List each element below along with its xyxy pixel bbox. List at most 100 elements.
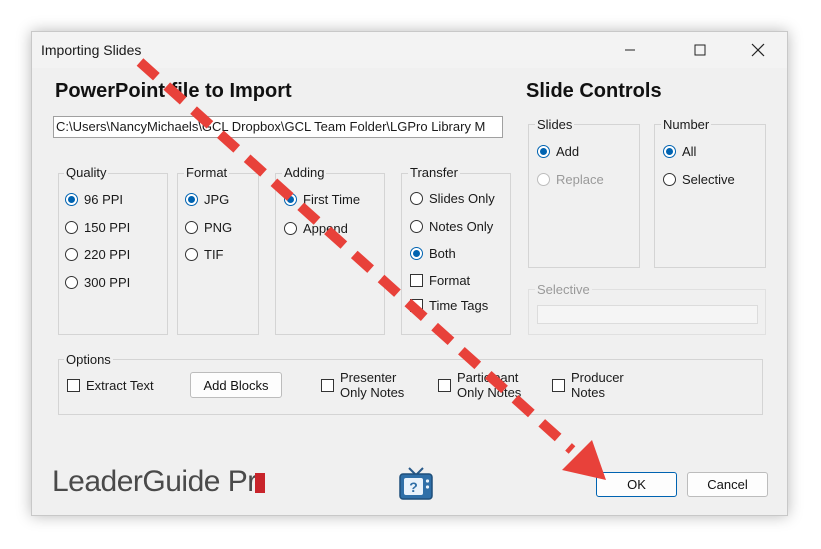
option-label: TIF (204, 247, 224, 262)
radio-selected (185, 193, 198, 206)
option-label: PNG (204, 220, 233, 235)
transfer-label: Transfer (408, 165, 460, 180)
ok-button[interactable]: OK (596, 472, 677, 497)
format-jpg-radio[interactable]: JPG (185, 192, 229, 207)
close-button[interactable] (735, 32, 781, 68)
option-label: Participant Only Notes (457, 370, 521, 400)
import-heading: PowerPoint file to Import (55, 80, 292, 102)
minimize-button[interactable] (607, 32, 653, 68)
transfer-notes-only-radio[interactable]: Notes Only (410, 219, 493, 234)
selective-label: Selective (535, 282, 592, 297)
add-blocks-button[interactable]: Add Blocks (190, 372, 282, 398)
tv-help-icon-graphic: ? (399, 467, 433, 500)
option-label: Append (303, 221, 348, 236)
selective-input (537, 305, 758, 324)
slides-add-radio[interactable]: Add (537, 144, 579, 159)
radio (65, 221, 78, 234)
radio-selected (537, 145, 550, 158)
option-label: Time Tags (429, 298, 489, 313)
option-label: First Time (303, 192, 361, 207)
option-label: Both (429, 246, 456, 261)
radio (284, 222, 297, 235)
minimize-icon (625, 49, 635, 51)
checkbox (410, 274, 423, 287)
slides-label: Slides (535, 117, 575, 132)
radio-selected (284, 193, 297, 206)
option-label: 96 PPI (84, 192, 124, 207)
format-label: Format (184, 165, 230, 180)
importing-slides-dialog: Importing Slides PowerPoint file to Impo… (31, 31, 788, 516)
window-title: Importing Slides (41, 42, 142, 58)
checkbox (321, 378, 334, 392)
option-label: Notes Only (429, 219, 494, 234)
option-label: Add (556, 144, 580, 159)
radio-selected (65, 193, 78, 206)
adding-first-time-radio[interactable]: First Time (284, 192, 360, 207)
close-icon (751, 43, 765, 57)
option-label-line-2: Notes (571, 385, 605, 400)
quality-96-radio[interactable]: 96 PPI (65, 192, 123, 207)
extract-text-checkbox[interactable]: Extract Text (67, 378, 154, 393)
svg-text:?: ? (409, 479, 418, 495)
quality-label: Quality (64, 165, 109, 180)
maximize-icon (694, 44, 706, 56)
cancel-button[interactable]: Cancel (687, 472, 768, 497)
option-label-line-1: Participant (457, 370, 519, 385)
slides-replace-radio: Replace (537, 172, 604, 187)
option-label: Extract Text (86, 378, 154, 393)
option-label: JPG (204, 192, 230, 207)
radio (410, 220, 423, 233)
option-label: 150 PPI (84, 220, 131, 235)
radio (185, 221, 198, 234)
transfer-format-checkbox[interactable]: Format (410, 273, 470, 288)
option-label: Format (429, 273, 471, 288)
option-label: Replace (556, 172, 604, 187)
transfer-both-radio[interactable]: Both (410, 246, 456, 261)
radio (65, 248, 78, 261)
option-label: 300 PPI (84, 275, 131, 290)
radio (663, 173, 676, 186)
radio (185, 248, 198, 261)
slide-controls-heading: Slide Controls (526, 80, 662, 102)
tv-help-icon[interactable]: ? (397, 466, 435, 502)
transfer-time-tags-checkbox[interactable]: Time Tags (410, 298, 488, 313)
options-label: Options (64, 352, 113, 367)
logo-play-badge (254, 473, 265, 494)
file-path-input[interactable]: C:\Users\NancyMichaels\GCL Dropbox\GCL T… (53, 116, 503, 138)
radio (65, 276, 78, 289)
title-bar: Importing Slides (32, 32, 787, 68)
radio (410, 192, 423, 205)
option-label-line-2: Only Notes (457, 385, 522, 400)
producer-notes-checkbox[interactable]: Producer Notes (552, 370, 624, 400)
presenter-only-notes-checkbox[interactable]: Presenter Only Notes (321, 370, 404, 400)
checkbox (438, 378, 451, 392)
leaderguide-pro-logo: LeaderGuide Pr (52, 465, 265, 499)
option-label: Slides Only (429, 191, 495, 206)
format-png-radio[interactable]: PNG (185, 220, 232, 235)
option-label: Selective (682, 172, 735, 187)
radio-disabled (537, 173, 550, 186)
logo-text: LeaderGuide Pr (52, 465, 257, 498)
transfer-slides-only-radio[interactable]: Slides Only (410, 191, 495, 206)
radio-selected (410, 247, 423, 260)
radio-selected (663, 145, 676, 158)
quality-220-radio[interactable]: 220 PPI (65, 247, 130, 262)
option-label: 220 PPI (84, 247, 131, 262)
option-label: Producer Notes (571, 370, 624, 400)
checkbox (67, 379, 80, 392)
adding-append-radio[interactable]: Append (284, 221, 348, 236)
number-all-radio[interactable]: All (663, 144, 696, 159)
maximize-button[interactable] (677, 32, 723, 68)
option-label-line-1: Producer (571, 370, 624, 385)
option-label: All (682, 144, 697, 159)
participant-only-notes-checkbox[interactable]: Participant Only Notes (438, 370, 521, 400)
number-label: Number (661, 117, 712, 132)
format-tif-radio[interactable]: TIF (185, 247, 224, 262)
number-selective-radio[interactable]: Selective (663, 172, 735, 187)
option-label-line-2: Only Notes (340, 385, 405, 400)
quality-150-radio[interactable]: 150 PPI (65, 220, 130, 235)
option-label-line-1: Presenter (340, 370, 397, 385)
options-group (58, 359, 763, 415)
quality-300-radio[interactable]: 300 PPI (65, 275, 130, 290)
checkbox (410, 299, 423, 312)
